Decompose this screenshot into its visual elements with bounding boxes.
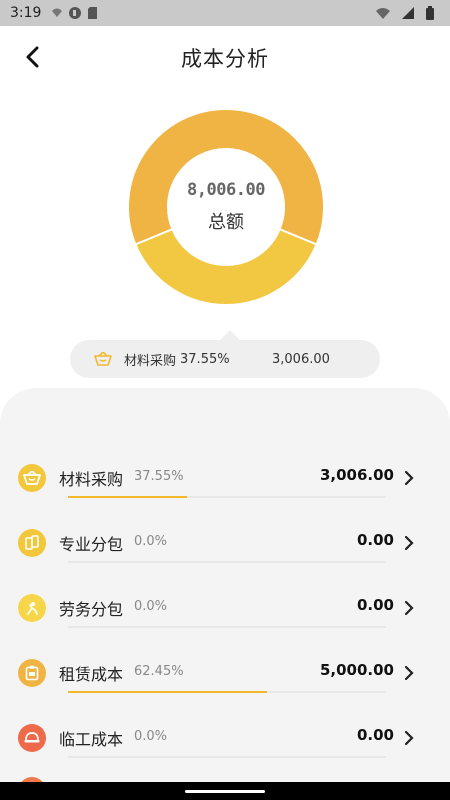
clipboard-icon (18, 659, 46, 687)
system-nav-bar (0, 782, 450, 800)
tooltip-amount: 3,006.00 (272, 351, 330, 367)
tooltip-name: 材料采购 (124, 353, 177, 369)
back-arrow-icon (26, 46, 39, 68)
tooltip-percent: 37.55% (180, 351, 230, 367)
cost-item-temp-labor[interactable]: 临工成本 0.0% 0.00 (0, 712, 450, 772)
total-label: 总额 (208, 212, 244, 233)
status-bar: 3:19 (0, 0, 450, 26)
cost-item-amount: 5,000.00 (319, 661, 394, 679)
basket-icon (94, 352, 112, 366)
chart-tooltip: 材料采购 37.55% 3,006.00 (70, 330, 380, 378)
status-time: 3:19 (10, 5, 42, 21)
cost-item-leasing[interactable]: 租赁成本 62.45% 5,000.00 (0, 647, 450, 707)
cost-item-percent: 0.0% (134, 534, 168, 549)
cost-item-name: 劳务分包 (59, 600, 124, 619)
cost-item-progress (68, 756, 386, 758)
sd-card-icon (88, 7, 98, 19)
app-bar: 成本分析 (0, 26, 450, 90)
battery-icon (426, 6, 434, 20)
total-amount: 8,006.00 (187, 180, 265, 200)
page-title: 成本分析 (181, 47, 269, 71)
cost-item-material[interactable]: 材料采购 37.55% 3,006.00 (0, 452, 450, 512)
cost-item-amount: 3,006.00 (319, 466, 394, 484)
chevron-right-icon (404, 600, 414, 616)
app-notification-icon (69, 7, 82, 19)
donut-center: 8,006.00 总额 (127, 108, 325, 306)
cost-item-name: 临工成本 (59, 730, 124, 749)
signal-icon (402, 7, 414, 19)
helmet-icon (18, 724, 46, 752)
cost-item-progress-fill (68, 496, 188, 498)
cost-item-percent: 0.0% (134, 729, 168, 744)
cost-item-progress (68, 691, 386, 693)
cost-item-progress (68, 626, 386, 628)
cost-item-progress-fill (68, 691, 267, 693)
cost-item-amount: 0.00 (356, 726, 394, 744)
cost-item-percent: 37.55% (134, 469, 184, 484)
chevron-right-icon (404, 730, 414, 746)
worker-icon (18, 594, 46, 622)
cost-donut-chart[interactable]: 8,006.00 总额 (127, 108, 325, 306)
cost-item-progress (68, 496, 386, 498)
wifi-off-icon (52, 8, 63, 17)
wifi-icon (376, 8, 390, 19)
chevron-right-icon (404, 470, 414, 486)
cost-item-amount: 0.00 (356, 531, 394, 549)
cards-icon (18, 529, 46, 557)
chevron-right-icon (404, 535, 414, 551)
cost-item-percent: 0.0% (134, 599, 168, 614)
basket-icon (18, 464, 46, 492)
cost-item-percent: 62.45% (134, 664, 184, 679)
home-gesture-handle[interactable] (185, 790, 265, 793)
cost-item-name: 材料采购 (59, 470, 124, 489)
cost-list-panel: 材料采购 37.55% 3,006.00 专业分包 0.0% 0.00 劳务分包… (0, 388, 450, 800)
cost-item-name: 租赁成本 (59, 665, 124, 684)
cost-item-subcontract[interactable]: 专业分包 0.0% 0.00 (0, 517, 450, 577)
chevron-right-icon (404, 665, 414, 681)
back-button[interactable] (16, 40, 50, 74)
cost-item-labor[interactable]: 劳务分包 0.0% 0.00 (0, 582, 450, 642)
cost-item-amount: 0.00 (356, 596, 394, 614)
cost-item-name: 专业分包 (59, 535, 124, 554)
cost-item-progress (68, 561, 386, 563)
